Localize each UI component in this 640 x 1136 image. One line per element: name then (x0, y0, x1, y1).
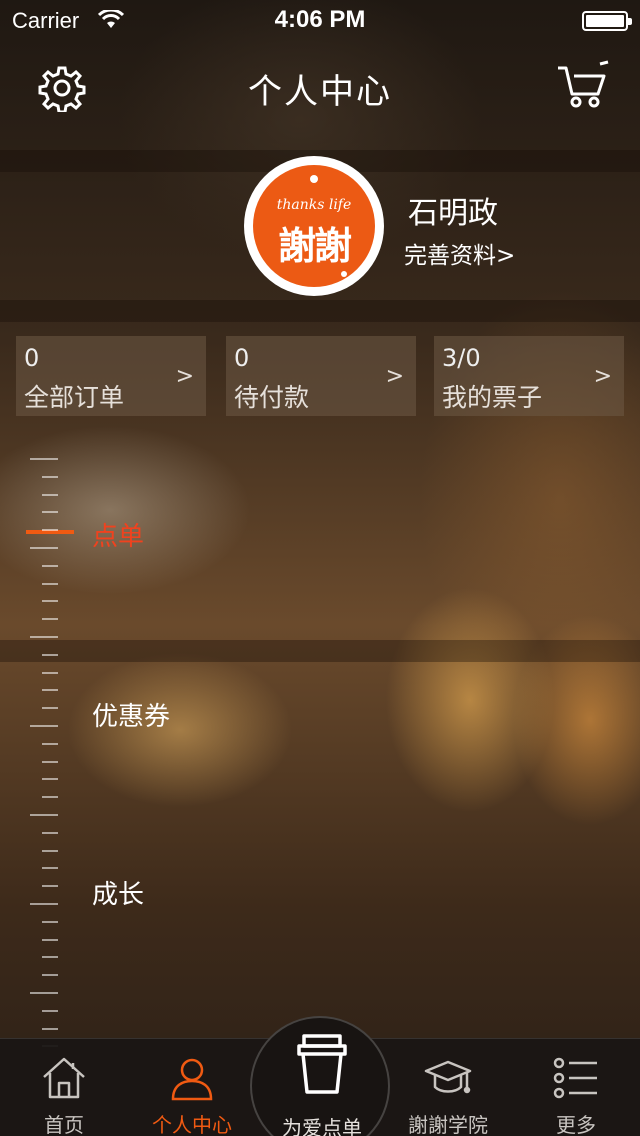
chevron-right-icon: > (175, 364, 194, 389)
graduation-cap-icon (423, 1053, 473, 1103)
ruler-tick (42, 618, 58, 621)
status-bar: Carrier 4:06 PM (0, 0, 640, 40)
stat-count: 0 (24, 344, 40, 372)
tab-academy[interactable]: 謝謝学院 (384, 1039, 512, 1136)
chevron-right-icon: > (593, 364, 612, 389)
ruler-tick (42, 653, 58, 656)
ruler-tick (30, 458, 58, 460)
tab-label: 为爱点单 (282, 1116, 362, 1136)
brand-logo: thanks life 謝謝 (253, 165, 375, 287)
background-shelf (0, 300, 640, 322)
ruler-tick (42, 867, 58, 870)
stat-label: 全部订单 (24, 383, 125, 412)
clock: 4:06 PM (274, 6, 366, 33)
ruler-tick (42, 938, 58, 941)
ruler-tick (42, 796, 58, 799)
ruler-tick (42, 778, 58, 781)
stat-my-tickets[interactable]: 3/0 我的票子 > (434, 336, 624, 416)
ruler-tick (42, 920, 58, 923)
ruler-tick (30, 636, 58, 638)
person-icon (167, 1053, 217, 1103)
background-shelf (0, 640, 640, 662)
stat-all-orders[interactable]: 0 全部订单 > (16, 336, 206, 416)
tab-label: 更多 (556, 1113, 596, 1136)
ruler-tick (30, 547, 58, 549)
tab-more[interactable]: 更多 (512, 1039, 640, 1136)
ruler-tick (30, 903, 58, 905)
stat-label: 我的票子 (442, 383, 543, 412)
ruler-tick (42, 582, 58, 585)
username: 石明政 (408, 196, 498, 231)
ruler-tick (42, 742, 58, 745)
avatar[interactable]: thanks life 謝謝 (244, 156, 384, 296)
ruler-tick (42, 671, 58, 674)
stat-pending-payment[interactable]: 0 待付款 > (226, 336, 416, 416)
chevron-right-icon: > (385, 364, 404, 389)
home-icon (39, 1053, 89, 1103)
coffee-cup-icon (296, 1034, 348, 1096)
logo-text: 謝謝 (277, 224, 352, 268)
tab-profile[interactable]: 个人中心 (128, 1039, 256, 1136)
logo-tagline: thanks life (276, 197, 352, 213)
ruler-tick (42, 956, 58, 959)
stat-count: 3/0 (442, 344, 481, 372)
ruler-tick (42, 689, 58, 692)
tab-home[interactable]: 首页 (0, 1039, 128, 1136)
ruler-tick (42, 1009, 58, 1012)
side-ruler (0, 440, 80, 1048)
ruler-tick (42, 885, 58, 888)
tab-label: 謝謝学院 (408, 1113, 488, 1136)
ruler-tick (42, 707, 58, 710)
ruler-tick (42, 511, 58, 514)
list-icon (551, 1053, 601, 1103)
tab-label: 个人中心 (152, 1113, 232, 1136)
ruler-tick (42, 529, 58, 532)
navigation-bar: 个人中心 (0, 40, 640, 128)
ruler-tick (42, 974, 58, 977)
stat-label: 待付款 (234, 383, 310, 412)
complete-profile-link[interactable]: 完善资料> (404, 236, 515, 270)
tab-label: 首页 (44, 1113, 84, 1136)
ruler-tick (30, 725, 58, 727)
ruler-tick (42, 475, 58, 478)
ruler-tick (42, 831, 58, 834)
menu-item-growth[interactable]: 成长 (92, 874, 144, 911)
ruler-tick (30, 992, 58, 994)
ruler-tick (30, 814, 58, 816)
ruler-tick (42, 760, 58, 763)
stat-count: 0 (234, 344, 250, 372)
menu-item-coupons[interactable]: 优惠券 (92, 696, 170, 733)
ruler-tick (42, 1027, 58, 1030)
page-title: 个人中心 (248, 72, 392, 112)
cart-icon[interactable] (556, 60, 612, 110)
battery-icon (582, 11, 632, 31)
ruler-tick (42, 493, 58, 496)
ruler-tick (42, 849, 58, 852)
ruler-tick (42, 564, 58, 567)
menu-item-order[interactable]: 点单 (92, 516, 144, 553)
ruler-tick (42, 600, 58, 603)
